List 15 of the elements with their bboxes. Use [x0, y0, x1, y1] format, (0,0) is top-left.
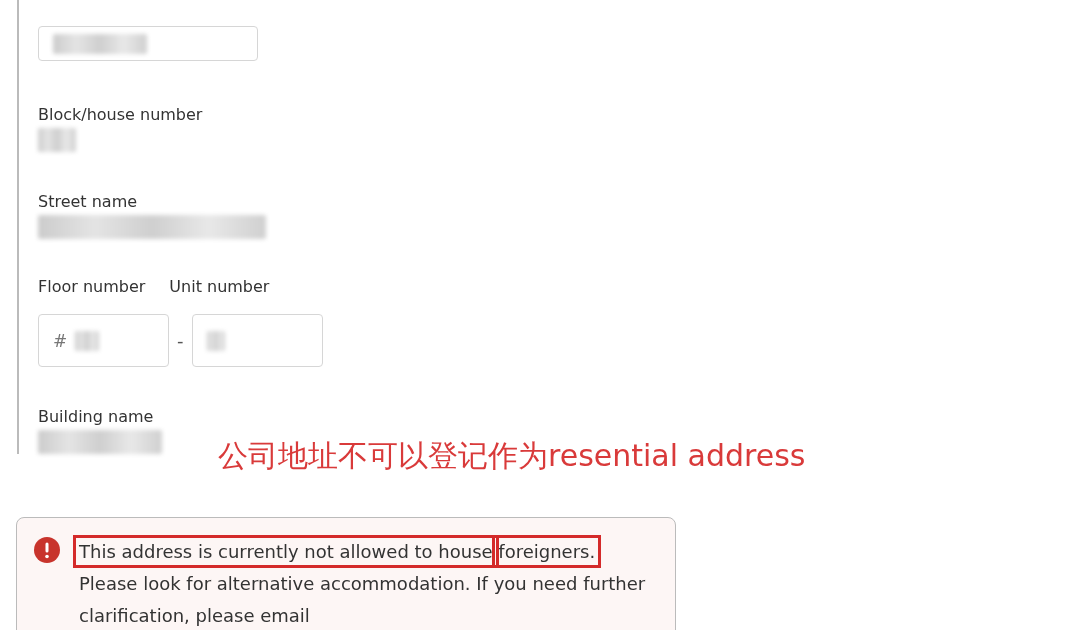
field-label: Building name: [38, 407, 155, 426]
redacted-value: [38, 128, 76, 152]
field-label: Block/house number: [38, 105, 204, 124]
alert-message: This address is currently not allowed to house foreigners. Please look for alternative accommodation. If you need further clarification, please email: [71, 530, 659, 630]
input-field[interactable]: #: [38, 314, 169, 367]
input-field[interactable]: [38, 26, 258, 61]
redacted-value: [75, 330, 100, 351]
field-label: Floor number: [38, 277, 146, 296]
error-icon: [34, 537, 60, 563]
field-label: Street name: [38, 192, 139, 211]
separator-text: -: [177, 330, 184, 351]
input-field[interactable]: [191, 314, 323, 367]
annotation-text: 公司地址不可以登记作为resential address: [218, 437, 806, 475]
field-label: Unit number: [169, 277, 270, 296]
redacted-value: [206, 330, 225, 351]
